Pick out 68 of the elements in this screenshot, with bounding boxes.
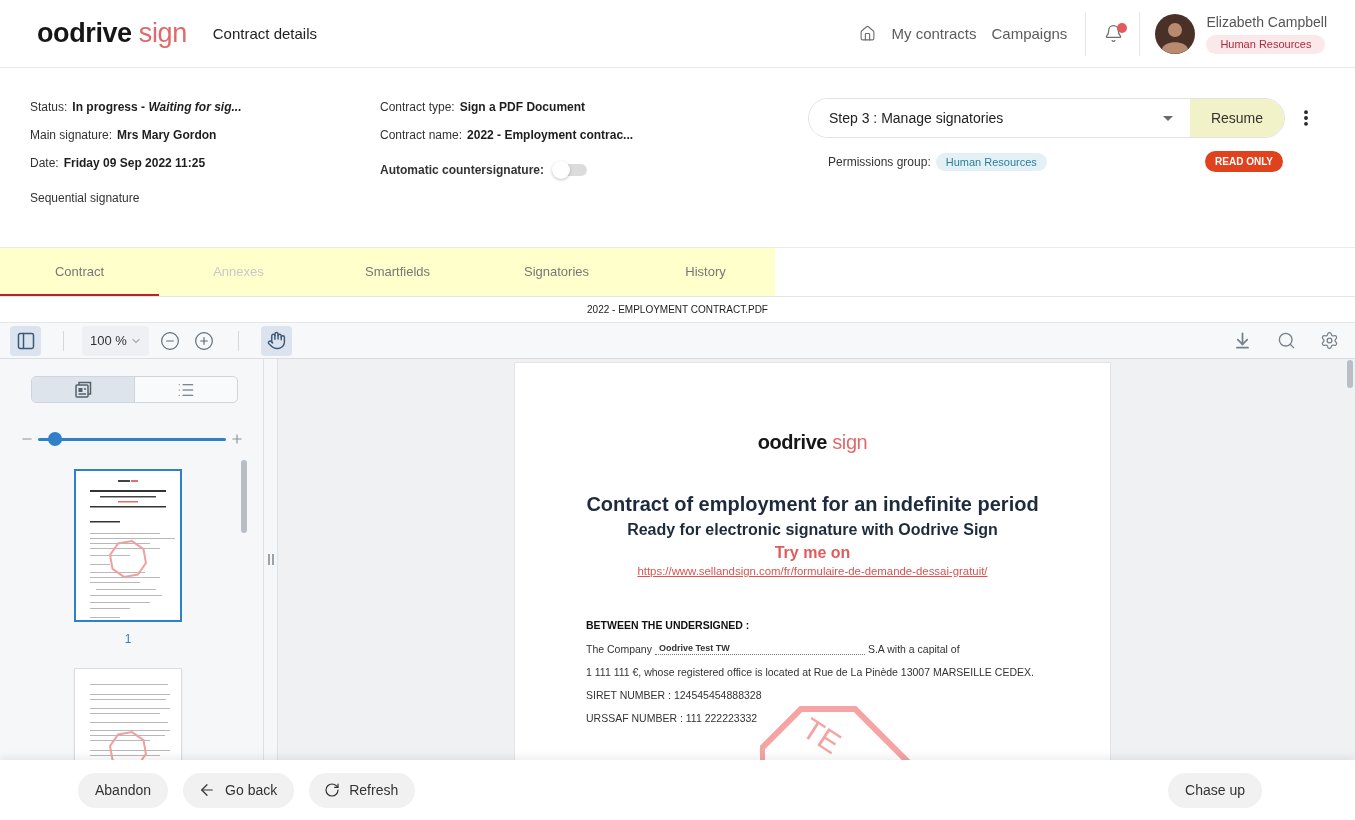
section-heading: BETWEEN THE UNDERSIGNED : [586, 618, 751, 633]
home-icon[interactable] [859, 25, 877, 42]
zoom-out-icon[interactable] [159, 330, 180, 351]
download-icon[interactable] [1233, 331, 1252, 350]
field-label: Contract name: [380, 128, 463, 142]
page-title: Contract details [212, 25, 317, 42]
document-title: Contract of employment for an indefinite period [586, 492, 1039, 517]
action-button[interactable]: Chase up [1168, 772, 1262, 808]
search-icon[interactable] [1277, 331, 1296, 350]
page-number: 1 [124, 632, 132, 646]
field-label: Main signature: [30, 128, 113, 142]
thumbnails-icon [74, 381, 92, 398]
nav-link[interactable]: My contracts [891, 25, 977, 42]
body-text: 1 111 111 €, whose registered office is located at Rue de La Pinède 13007 MARSEILLE CEDEX. [586, 665, 1034, 678]
field-label: Status: [30, 100, 68, 114]
tab[interactable]: Contract [0, 248, 159, 296]
view-button[interactable] [32, 377, 135, 402]
logo: oodrive sign [37, 17, 187, 49]
file-name: 2022 - EMPLOYMENT CONTRACT.PDF [587, 304, 768, 315]
tab[interactable]: Signatories [477, 248, 636, 296]
scrollbar-thumb[interactable] [241, 460, 247, 533]
user-name: Elizabeth Campbell [1206, 13, 1327, 31]
group-chip: Human Resources [935, 152, 1047, 171]
resize-handle[interactable] [264, 359, 278, 760]
url-link[interactable]: https://www.sellandsign.com/fr/formulaire-de-demande-dessai-gratuit/ [637, 564, 988, 579]
field-value: Friday 09 Sep 2022 11:25 [63, 156, 206, 170]
settings-icon[interactable] [1320, 331, 1339, 350]
bell-icon[interactable] [1104, 24, 1124, 43]
user-avatar [1155, 13, 1196, 54]
field-value: 2022 - Employment contrac... [467, 128, 634, 142]
role-badge: Human Resources [1206, 34, 1326, 54]
nav-link[interactable]: Campaigns [991, 25, 1068, 42]
resume-button[interactable]: Resume [1190, 99, 1284, 137]
field-label: Automatic countersignature: [380, 163, 544, 177]
field-value: Mrs Mary Gordon [117, 128, 217, 142]
refresh-icon [324, 782, 341, 798]
body-text: SIRET NUMBER : 124545454888328 [586, 688, 762, 701]
hand-tool-button[interactable] [260, 325, 292, 356]
field-label: Date: [30, 156, 59, 170]
action-button[interactable]: Go back [183, 772, 295, 808]
action-button[interactable]: Refresh [309, 772, 416, 808]
caret-icon [1163, 115, 1173, 121]
body-text: URSSAF NUMBER : 111 222223332 [586, 711, 758, 724]
slider-thumb[interactable] [47, 432, 62, 446]
sidebar-toggle-button[interactable] [10, 325, 41, 356]
logo: oodrive sign [757, 431, 868, 454]
tab[interactable]: History [636, 248, 775, 296]
toggle-switch[interactable] [551, 160, 589, 180]
hand-icon [266, 331, 286, 350]
action-button[interactable]: Abandon [78, 772, 169, 808]
grip-icon[interactable] [267, 554, 274, 565]
tab[interactable]: Smartfields [318, 248, 477, 296]
scrollbar-thumb[interactable] [1347, 360, 1353, 388]
call-to-action: Try me on [774, 543, 851, 563]
thumbnail-size-slider[interactable] [38, 432, 226, 446]
zoom-in-icon[interactable] [193, 330, 214, 351]
zoom-select[interactable]: 100 % [82, 325, 149, 356]
note-text: Sequential signature [30, 191, 140, 205]
field-value: Sign a PDF Document [459, 100, 586, 114]
document-subtitle: Ready for electronic signature with Oodrive Sign [627, 520, 998, 540]
field-value: In progress - Waiting for sig... [72, 100, 242, 114]
company-name-field: Oodrive Test TW [654, 642, 865, 655]
body-text: S.A with a capital of [867, 642, 960, 655]
sidebar-icon [15, 330, 36, 351]
body-text: The Company [586, 642, 652, 655]
permissions-label: Permissions group: [828, 154, 931, 169]
access-badge: READ ONLY [1205, 151, 1283, 172]
field-label: Contract type: [380, 100, 455, 114]
